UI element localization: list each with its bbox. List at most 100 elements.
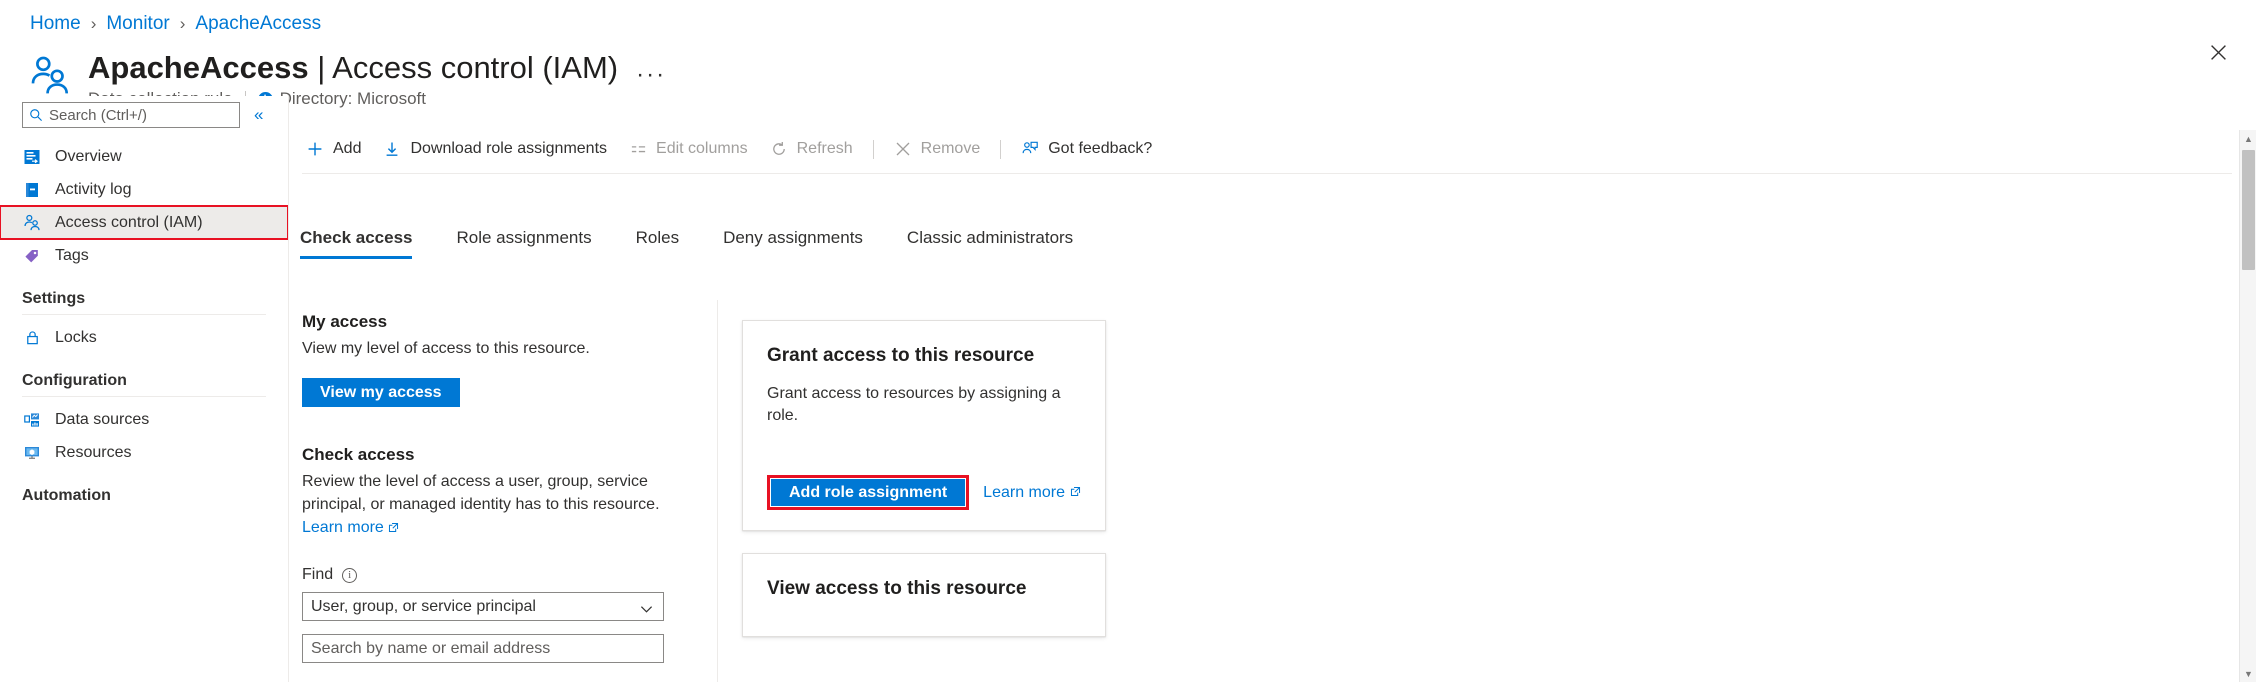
sidebar-item-activity-log[interactable]: Activity log — [0, 173, 288, 206]
vertical-scrollbar[interactable]: ▲ ▼ — [2239, 130, 2256, 682]
card-title: View access to this resource — [767, 576, 1081, 602]
page-title: ApacheAccess | Access control (IAM) — [88, 48, 618, 88]
close-x-icon — [894, 140, 912, 158]
tab-classic-administrators[interactable]: Classic administrators — [907, 228, 1095, 259]
card-title: Grant access to this resource — [767, 343, 1081, 369]
sidebar-group-automation: Automation — [0, 487, 288, 505]
scroll-up-icon[interactable]: ▲ — [2240, 130, 2256, 147]
principal-search-input[interactable] — [302, 634, 664, 663]
chevron-down-icon — [640, 602, 653, 620]
check-access-heading: Check access — [302, 445, 722, 465]
breadcrumb-separator: › — [91, 12, 97, 36]
close-blade-button[interactable] — [2198, 32, 2238, 72]
learn-more-label: Learn more — [302, 519, 384, 536]
page-title-separator: | — [317, 50, 325, 85]
access-control-icon — [22, 213, 42, 233]
breadcrumb: Home › Monitor › ApacheAccess — [30, 12, 321, 36]
tab-list: Check access Role assignments Roles Deny… — [300, 228, 1117, 259]
sidebar-item-data-sources[interactable]: Data sources — [22, 403, 266, 436]
sidebar-group-configuration: Configuration Data sources — [0, 372, 288, 469]
refresh-icon — [770, 140, 788, 158]
my-access-description: View my level of access to this resource… — [302, 337, 702, 360]
overview-icon — [22, 147, 42, 167]
breadcrumb-item-monitor[interactable]: Monitor — [106, 12, 169, 36]
remove-button[interactable]: Remove — [883, 132, 992, 166]
command-separator — [873, 140, 874, 159]
scrollbar-thumb[interactable] — [2242, 150, 2255, 270]
sidebar-item-locks[interactable]: Locks — [22, 321, 266, 354]
check-access-block: Check access Review the level of access … — [302, 445, 722, 663]
data-sources-icon — [22, 410, 42, 430]
tab-roles[interactable]: Roles — [636, 228, 701, 259]
tab-label: Classic administrators — [907, 228, 1073, 247]
more-options-icon[interactable]: ··· — [632, 68, 670, 82]
breadcrumb-item-home[interactable]: Home — [30, 12, 81, 36]
card-actions: Add role assignment Learn more — [767, 475, 1081, 510]
grant-access-learn-more-link[interactable]: Learn more — [983, 484, 1081, 502]
command-label: Add — [333, 140, 361, 158]
sidebar-item-resources[interactable]: Resources — [22, 436, 266, 469]
access-cards: Grant access to this resource Grant acce… — [742, 320, 1106, 637]
edit-columns-icon — [629, 140, 647, 158]
view-my-access-button[interactable]: View my access — [302, 378, 460, 407]
check-access-panel: My access View my level of access to thi… — [302, 312, 722, 663]
tab-check-access[interactable]: Check access — [300, 228, 434, 259]
command-label: Download role assignments — [410, 140, 607, 158]
page-title-resource: ApacheAccess — [88, 50, 309, 85]
check-access-description: Review the level of access a user, group… — [302, 470, 702, 540]
sidebar-group-title: Settings — [22, 290, 266, 308]
feedback-icon — [1021, 140, 1039, 158]
scroll-down-icon[interactable]: ▼ — [2240, 665, 2256, 682]
tab-deny-assignments[interactable]: Deny assignments — [723, 228, 885, 259]
info-icon[interactable]: i — [342, 568, 357, 583]
sidebar-item-label: Tags — [55, 247, 89, 265]
sidebar-item-label: Access control (IAM) — [55, 214, 203, 232]
grant-access-card: Grant access to this resource Grant acce… — [742, 320, 1106, 531]
add-role-assignment-button[interactable]: Add role assignment — [770, 478, 966, 507]
tab-role-assignments[interactable]: Role assignments — [456, 228, 613, 259]
plus-icon — [306, 140, 324, 158]
sidebar-group-title: Automation — [22, 487, 266, 505]
tab-label: Role assignments — [456, 228, 591, 247]
command-label: Remove — [921, 140, 981, 158]
tab-label: Roles — [636, 228, 679, 247]
sidebar-content-divider — [288, 96, 289, 682]
lock-icon — [22, 328, 42, 348]
view-access-card: View access to this resource — [742, 553, 1106, 637]
external-link-icon — [388, 517, 399, 540]
external-link-icon — [1070, 484, 1081, 502]
sidebar-item-access-control[interactable]: Access control (IAM) — [0, 206, 288, 239]
tab-label: Check access — [300, 228, 412, 247]
add-button[interactable]: Add — [295, 132, 372, 166]
sidebar-item-label: Data sources — [55, 411, 149, 429]
download-icon — [383, 140, 401, 158]
content-column-divider — [717, 300, 718, 682]
search-box[interactable] — [22, 102, 240, 128]
find-label: Find — [302, 566, 333, 584]
divider — [22, 314, 266, 315]
download-role-assignments-button[interactable]: Download role assignments — [372, 132, 618, 166]
sidebar-item-label: Activity log — [55, 181, 131, 199]
sidebar-item-tags[interactable]: Tags — [0, 239, 288, 272]
search-input[interactable] — [43, 107, 239, 124]
resources-icon — [22, 443, 42, 463]
search-icon — [29, 108, 43, 122]
learn-more-label: Learn more — [983, 484, 1065, 502]
find-type-selected-value: User, group, or service principal — [311, 598, 536, 616]
find-type-select[interactable]: User, group, or service principal — [302, 592, 664, 621]
edit-columns-button[interactable]: Edit columns — [618, 132, 759, 166]
check-access-learn-more-link[interactable]: Learn more — [302, 519, 399, 536]
access-control-icon — [28, 52, 74, 98]
collapse-sidebar-icon[interactable]: « — [248, 102, 269, 128]
refresh-button[interactable]: Refresh — [759, 132, 864, 166]
tags-icon — [22, 246, 42, 266]
sidebar-item-label: Resources — [55, 444, 131, 462]
find-label-row: Find i — [302, 566, 722, 584]
sidebar-item-overview[interactable]: Overview — [0, 140, 288, 173]
tab-label: Deny assignments — [723, 228, 863, 247]
breadcrumb-item-apacheaccess[interactable]: ApacheAccess — [195, 12, 321, 36]
got-feedback-button[interactable]: Got feedback? — [1010, 132, 1163, 166]
command-label: Refresh — [797, 140, 853, 158]
sidebar-item-label: Overview — [55, 148, 122, 166]
my-access-heading: My access — [302, 312, 722, 332]
